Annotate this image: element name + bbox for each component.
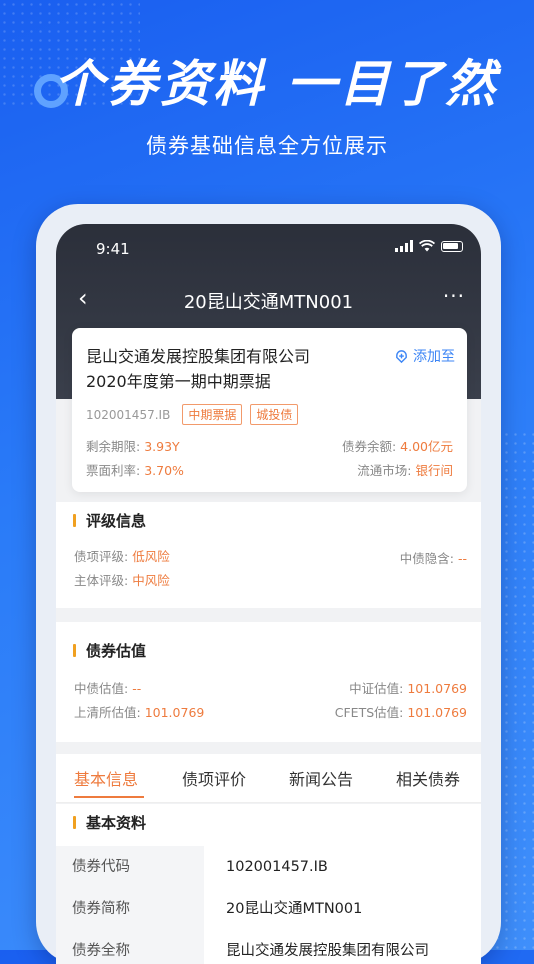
add-to-label: 添加至 (413, 349, 455, 365)
hero-title: 个券资料 一目了然 (54, 55, 499, 113)
cb-valuation-value: -- (132, 681, 142, 696)
trading-market-value: 银行间 (415, 463, 453, 478)
battery-icon (441, 240, 463, 252)
debt-rating-value: 低风险 (132, 549, 170, 564)
sh-valuation: 上清所估值: 101.0769 (74, 705, 205, 720)
row-key: 债券全称 (56, 930, 204, 964)
bond-code-row: 102001457.IB 中期票据 城投债 (86, 404, 299, 425)
row-value: 昆山交通发展控股集团有限公司 (226, 943, 429, 959)
nav-bar: ‹ 20昆山交通MTN001 ··· (56, 282, 481, 318)
implied-rating: 中债隐含: -- (399, 551, 467, 566)
row-value: 20昆山交通MTN001 (226, 901, 363, 917)
bond-balance: 债券余额: 4.00亿元 (341, 439, 453, 454)
status-time: 9:41 (96, 240, 130, 258)
tag-mtn: 中期票据 (182, 404, 243, 425)
signal-icon (395, 240, 413, 252)
remaining-term: 剩余期限: 3.93Y (86, 439, 180, 454)
table-row: 债券全称 昆山交通发展控股集团有限公司 (56, 930, 481, 964)
row-key: 债券代码 (56, 846, 204, 888)
tab-basic-info[interactable]: 基本信息 (74, 766, 138, 790)
hero-subtitle: 债券基础信息全方位展示 (146, 134, 388, 158)
section-marker (73, 816, 76, 829)
debt-rating: 债项评级: 低风险 (74, 549, 170, 564)
sh-valuation-value: 101.0769 (144, 705, 205, 720)
row-value: 102001457.IB (226, 859, 328, 875)
basic-info-section: 基本资料 债券代码 102001457.IB 债券简称 20昆山交通MTN001… (56, 804, 481, 964)
cs-valuation: 中证估值: 101.0769 (349, 681, 467, 696)
status-icons (395, 240, 463, 252)
wifi-icon (419, 240, 435, 252)
page-title: 20昆山交通MTN001 (183, 292, 354, 313)
table-row: 债券代码 102001457.IB (56, 846, 481, 888)
more-icon[interactable]: ··· (443, 284, 465, 308)
issuer-rating-value: 中风险 (132, 573, 170, 588)
remaining-term-value: 3.93Y (144, 439, 180, 454)
basic-info-title: 基本资料 (86, 814, 147, 832)
section-marker (73, 644, 76, 657)
rating-section: 评级信息 债项评级: 低风险 主体评级: 中风险 中债隐含: -- (56, 502, 481, 608)
bond-name-line1: 昆山交通发展控股集团有限公司 (86, 347, 311, 366)
implied-rating-value: -- (457, 551, 467, 566)
add-to-button[interactable]: 添加至 (394, 346, 455, 366)
coupon-rate-value: 3.70% (144, 463, 184, 478)
bond-full-name: 昆山交通发展控股集团有限公司 2020年度第一期中期票据 (86, 344, 366, 394)
tab-bar: 基本信息 债项评价 新闻公告 相关债券 (56, 754, 481, 803)
valuation-title: 债券估值 (86, 642, 147, 660)
table-row: 债券简称 20昆山交通MTN001 (56, 888, 481, 930)
rating-title: 评级信息 (86, 512, 147, 530)
tab-related-bonds[interactable]: 相关债券 (396, 766, 460, 790)
tab-debt-evaluation[interactable]: 债项评价 (182, 766, 246, 790)
phone-screen: 9:41 ‹ 20昆山交通MTN001 ··· 昆山交通发展控股集团有限公司 2… (56, 224, 481, 964)
cfets-valuation-value: 101.0769 (407, 705, 467, 720)
bond-name-line2: 2020年度第一期中期票据 (86, 372, 271, 391)
issuer-rating: 主体评级: 中风险 (74, 573, 170, 588)
coupon-rate: 票面利率: 3.70% (86, 463, 184, 478)
add-watchlist-icon (396, 349, 407, 363)
tag-urban-investment: 城投债 (250, 404, 299, 425)
cb-valuation: 中债估值: -- (74, 681, 142, 696)
row-key: 债券简称 (56, 888, 204, 930)
trading-market: 流通市场: 银行间 (357, 463, 453, 478)
status-bar: 9:41 (56, 224, 481, 272)
valuation-section: 债券估值 中债估值: -- 上清所估值: 101.0769 中证估值: 101.… (56, 622, 481, 742)
bond-balance-value: 4.00亿元 (400, 439, 453, 454)
cfets-valuation: CFETS估值: 101.0769 (334, 705, 467, 720)
bond-summary-card: 昆山交通发展控股集团有限公司 2020年度第一期中期票据 添加至 1020014… (72, 328, 467, 492)
section-marker (73, 514, 76, 527)
bond-code: 102001457.IB (86, 407, 171, 422)
cs-valuation-value: 101.0769 (407, 681, 467, 696)
active-tab-indicator (74, 796, 144, 798)
tab-news[interactable]: 新闻公告 (289, 766, 353, 790)
